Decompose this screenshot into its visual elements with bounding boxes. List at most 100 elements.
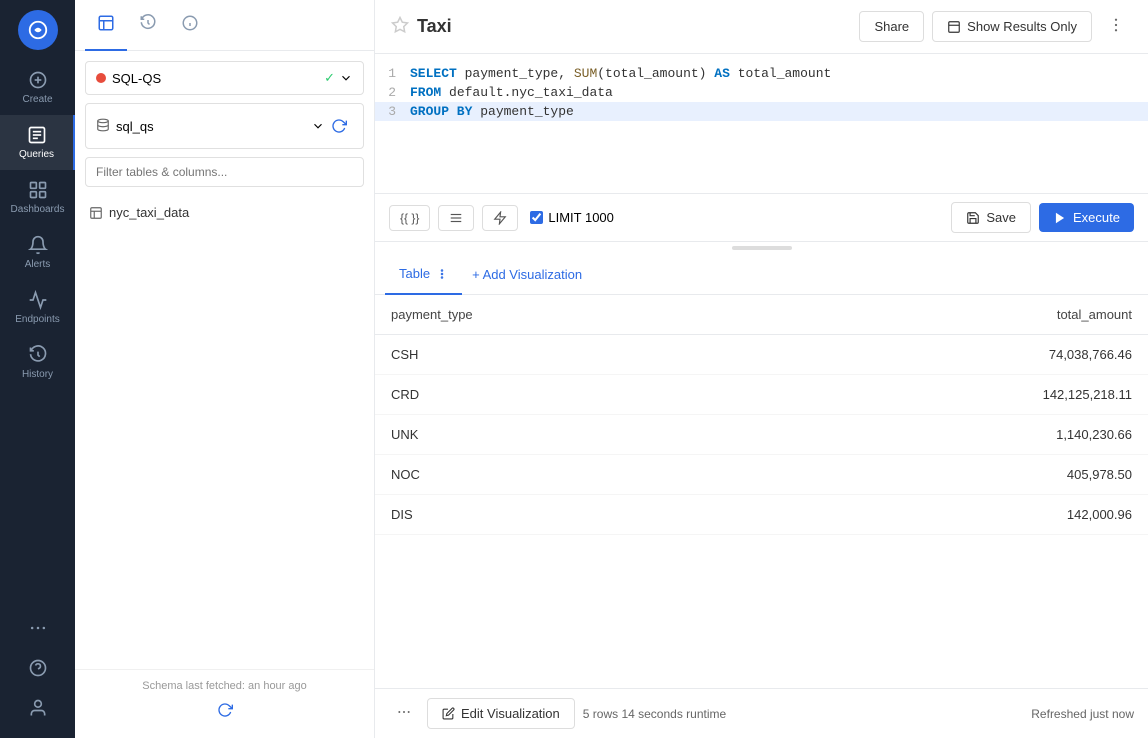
table-header-row: payment_type total_amount	[375, 295, 1148, 335]
indent-button[interactable]	[438, 205, 474, 231]
bottom-menu-button[interactable]	[389, 697, 419, 730]
table-row: DIS 142,000.96	[375, 495, 1148, 535]
nav-history-label: History	[22, 369, 53, 380]
show-results-label: Show Results Only	[967, 19, 1077, 34]
nav-item-dots[interactable]	[0, 608, 75, 648]
code-editor[interactable]: 1 SELECT payment_type, SUM(total_amount)…	[375, 54, 1148, 194]
format-button[interactable]: {{ }}	[389, 205, 430, 231]
editor-toolbar: {{ }} LIMIT 1000 Save Execute	[375, 194, 1148, 242]
nav-item-help[interactable]	[0, 648, 75, 688]
editor-area: 1 SELECT payment_type, SUM(total_amount)…	[375, 54, 1148, 738]
star-icon	[391, 16, 409, 34]
line-number-1: 1	[375, 66, 410, 81]
show-results-button[interactable]: Show Results Only	[932, 11, 1092, 42]
save-icon	[966, 211, 980, 225]
datasource-status-dot	[96, 73, 106, 83]
nav-dashboards-label: Dashboards	[11, 204, 65, 215]
datasource-name: SQL-QS	[112, 71, 324, 86]
edit-visualization-button[interactable]: Edit Visualization	[427, 698, 575, 729]
main-header: Taxi Share Show Results Only	[375, 0, 1148, 54]
add-visualization-button[interactable]: + Add Visualization	[462, 255, 592, 294]
schema-selector[interactable]: sql_qs	[85, 103, 364, 149]
save-label: Save	[986, 210, 1016, 225]
execute-button[interactable]: Execute	[1039, 203, 1134, 232]
code-line-3: 3 GROUP BY payment_type	[375, 102, 1148, 121]
nav-item-endpoints[interactable]: Endpoints	[0, 280, 75, 335]
table-row: NOC 405,978.50	[375, 455, 1148, 495]
endpoints-icon	[28, 290, 48, 310]
history-icon	[28, 345, 48, 365]
cell-payment-type: DIS	[375, 495, 749, 535]
user-icon	[28, 698, 48, 718]
schema-name: sql_qs	[116, 119, 311, 134]
favorite-star-icon[interactable]	[391, 16, 409, 37]
refreshed-time: Refreshed just now	[1031, 707, 1134, 721]
cell-payment-type: CSH	[375, 335, 749, 375]
refresh-schema-button[interactable]	[325, 112, 353, 140]
more-options-icon	[1107, 16, 1125, 34]
cell-total-amount: 142,000.96	[749, 495, 1148, 535]
nav-item-user[interactable]	[0, 688, 75, 728]
share-button[interactable]: Share	[859, 11, 924, 42]
scroll-handle	[732, 246, 792, 250]
nav-queries-label: Queries	[19, 149, 54, 160]
plus-icon	[28, 70, 48, 90]
line-number-2: 2	[375, 85, 410, 100]
results-area: Table + Add Visualization payment_type	[375, 254, 1148, 738]
bottom-bar: Edit Visualization 5 rows 14 seconds run…	[375, 688, 1148, 738]
chevron-down-icon	[339, 71, 353, 85]
schema-tab-icon	[97, 14, 115, 32]
execute-label: Execute	[1073, 210, 1120, 225]
cell-total-amount: 74,038,766.46	[749, 335, 1148, 375]
history-tab-icon	[139, 14, 157, 32]
nav-item-alerts[interactable]: Alerts	[0, 225, 75, 280]
nav-item-create[interactable]: Create	[0, 60, 75, 115]
auto-button[interactable]	[482, 205, 518, 231]
results-tab-table[interactable]: Table	[385, 254, 462, 295]
cell-payment-type: NOC	[375, 455, 749, 495]
limit-checkbox-container[interactable]: LIMIT 1000	[530, 210, 614, 225]
more-options-button[interactable]	[1100, 9, 1132, 44]
database-icon	[96, 118, 110, 135]
table-row: CSH 74,038,766.46	[375, 335, 1148, 375]
nav-create-label: Create	[22, 94, 52, 105]
code-line-2: 2 FROM default.nyc_taxi_data	[375, 83, 1148, 102]
save-button[interactable]: Save	[951, 202, 1031, 233]
sidebar-tab-info[interactable]	[169, 0, 211, 51]
datasource-check-icon: ✓	[324, 70, 335, 86]
bottom-dots-icon	[396, 704, 412, 720]
main-content: Taxi Share Show Results Only 1 SELECT pa…	[375, 0, 1148, 738]
nav-endpoints-label: Endpoints	[15, 314, 59, 325]
table-tab-options-icon[interactable]	[436, 268, 448, 280]
nav-item-dashboards[interactable]: Dashboards	[0, 170, 75, 225]
filter-tables-input[interactable]	[85, 157, 364, 187]
schema-chevron-icon	[311, 119, 325, 133]
col-header-total-amount: total_amount	[749, 295, 1148, 335]
scroll-divider	[375, 242, 1148, 254]
add-viz-label: + Add Visualization	[472, 267, 582, 282]
refresh-footer-button[interactable]	[211, 696, 239, 724]
nav-alerts-label: Alerts	[25, 259, 51, 270]
col-header-payment-type: payment_type	[375, 295, 749, 335]
sidebar-datasource-section: SQL-QS ✓ sql_qs nyc_taxi_data	[75, 51, 374, 238]
cell-payment-type: CRD	[375, 375, 749, 415]
sidebar-tabs	[75, 0, 374, 51]
nav-item-queries[interactable]: Queries	[0, 115, 75, 170]
cell-payment-type: UNK	[375, 415, 749, 455]
sidebar: SQL-QS ✓ sql_qs nyc_taxi_data Schema las…	[75, 0, 375, 738]
table-item-nyc-taxi[interactable]: nyc_taxi_data	[85, 197, 364, 228]
datasource-selector[interactable]: SQL-QS ✓	[85, 61, 364, 95]
nav-item-history[interactable]: History	[0, 335, 75, 390]
sidebar-tab-history[interactable]	[127, 0, 169, 51]
code-line-1: 1 SELECT payment_type, SUM(total_amount)…	[375, 64, 1148, 83]
limit-checkbox[interactable]	[530, 211, 543, 224]
table-row: UNK 1,140,230.66	[375, 415, 1148, 455]
info-tab-icon	[181, 14, 199, 32]
sidebar-tab-schema[interactable]	[85, 0, 127, 51]
edit-viz-label: Edit Visualization	[461, 706, 560, 721]
table-tab-label: Table	[399, 266, 430, 281]
results-table: payment_type total_amount CSH 74,038,766…	[375, 295, 1148, 688]
schema-fetch-time: Schema last fetched: an hour ago	[142, 680, 307, 692]
header-actions: Share Show Results Only	[859, 9, 1132, 44]
table-name: nyc_taxi_data	[109, 205, 189, 220]
